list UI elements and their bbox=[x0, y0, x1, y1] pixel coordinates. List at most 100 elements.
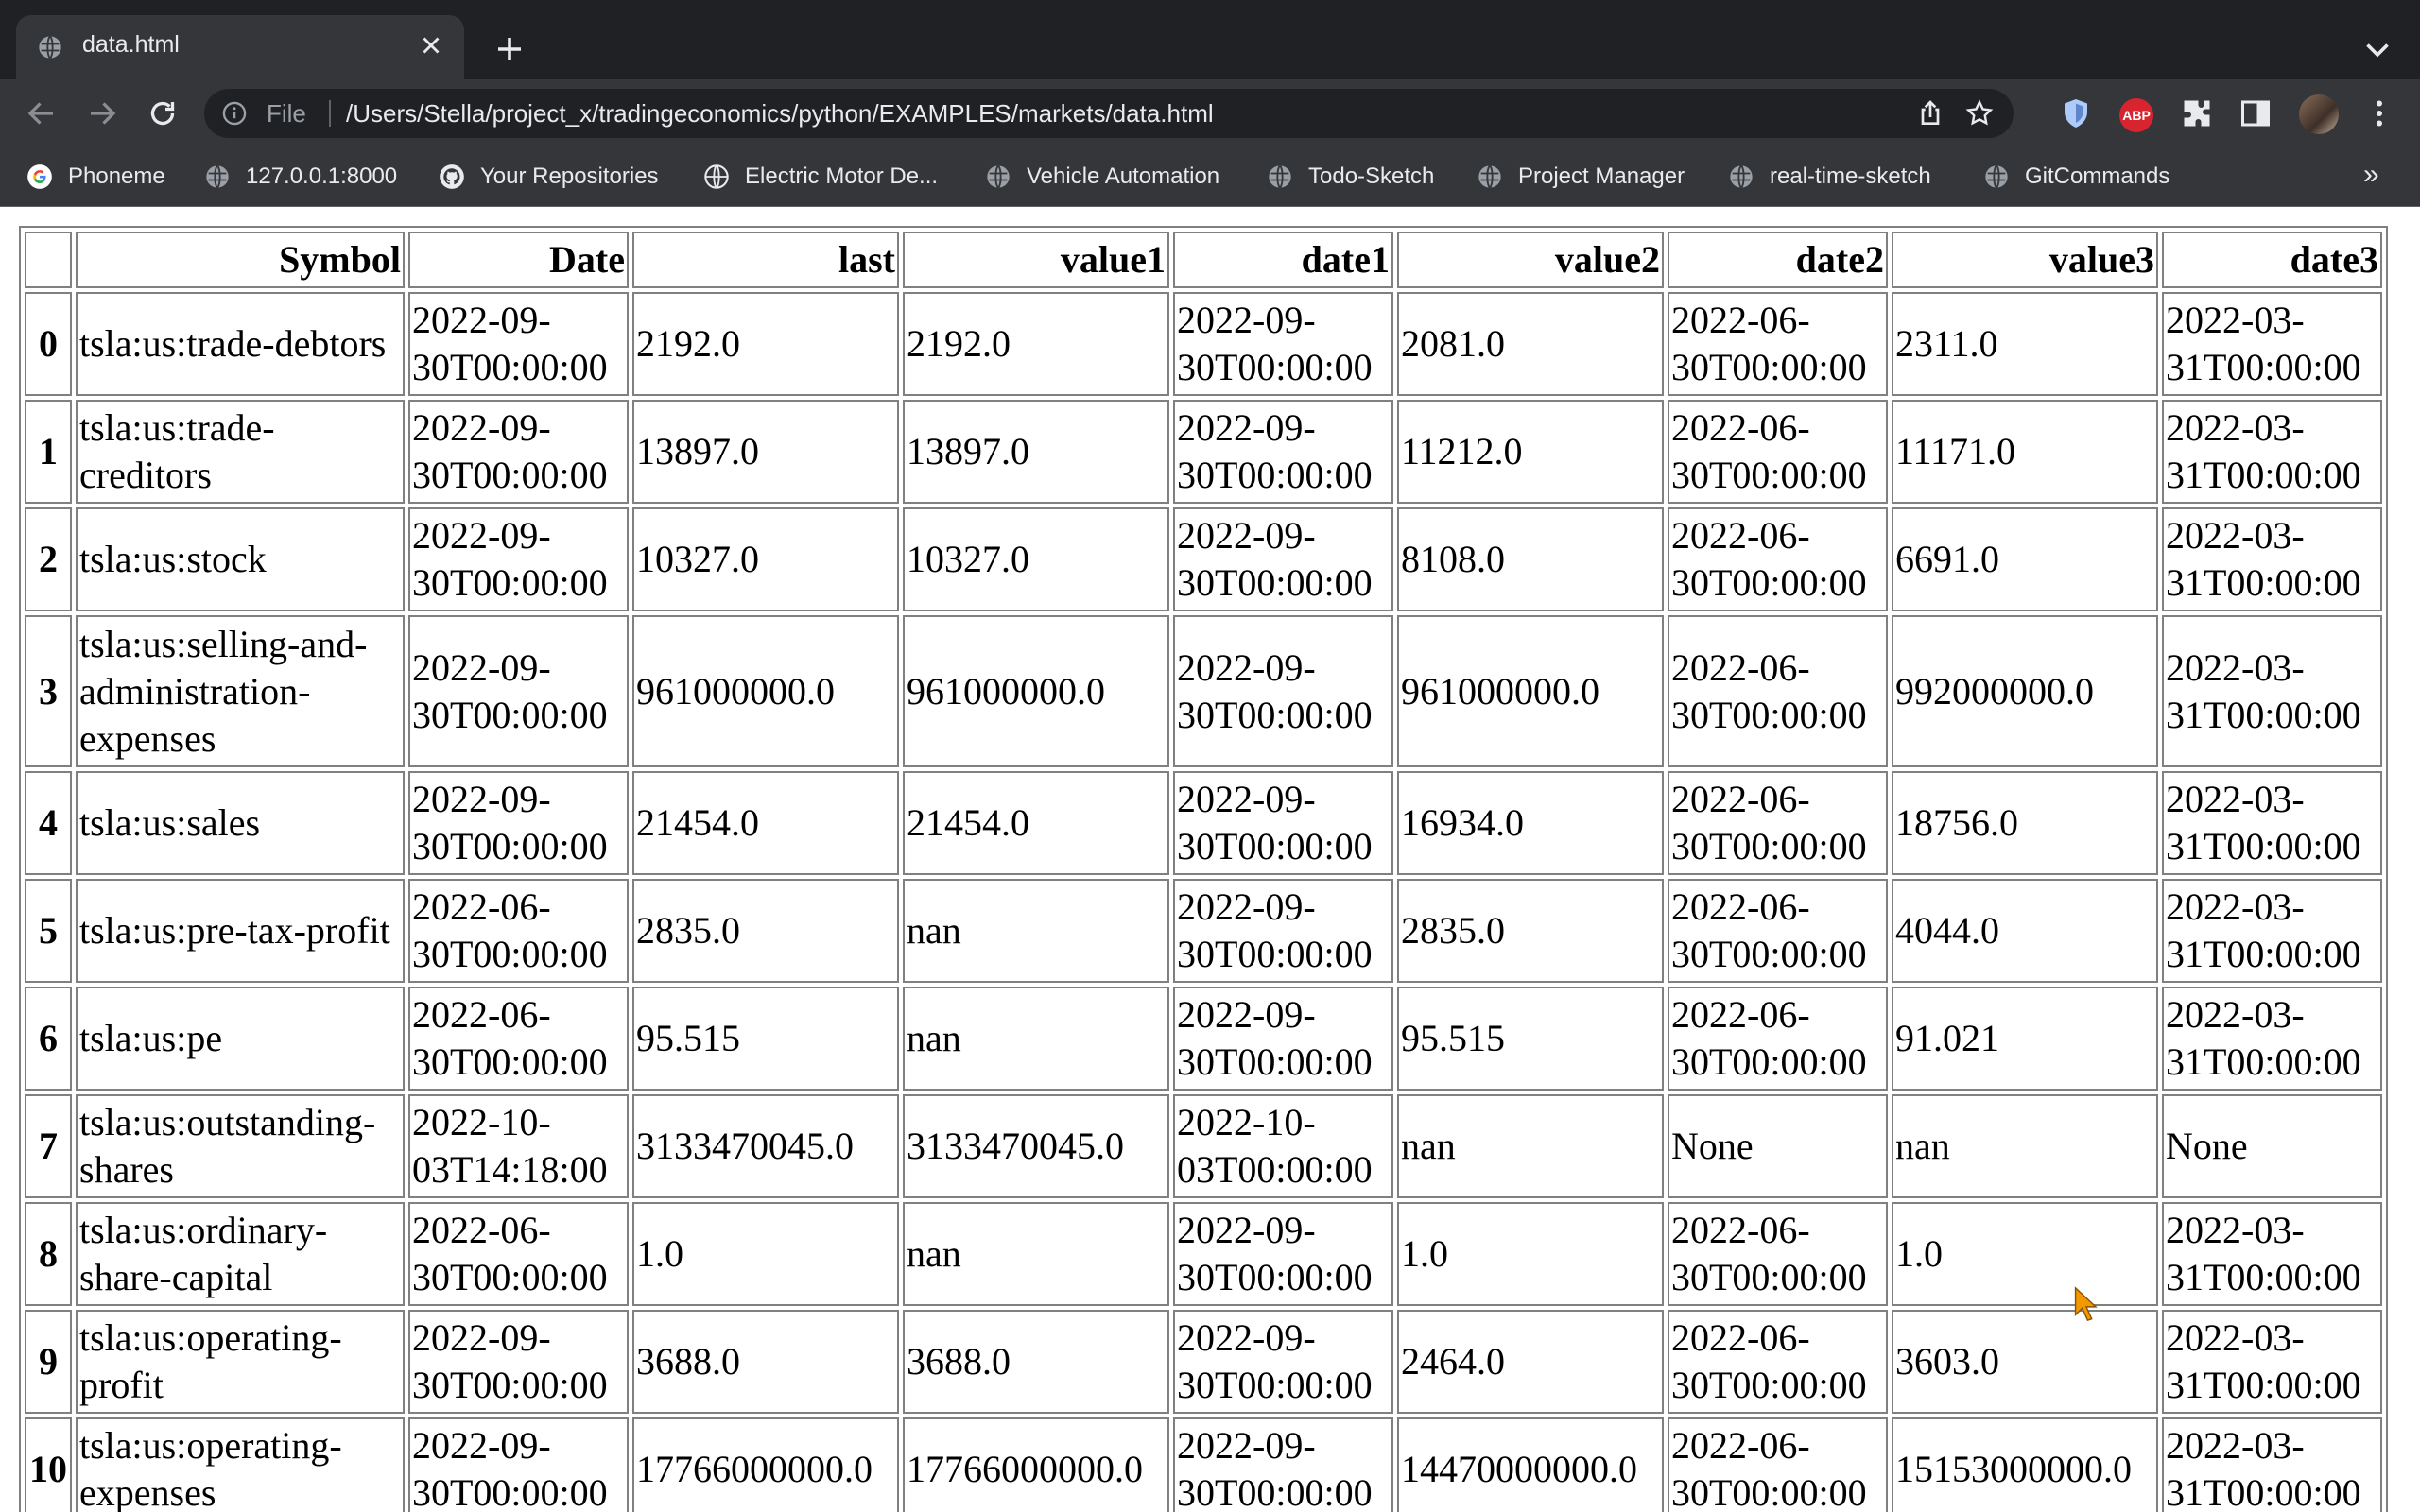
bookmark-real-time-sketch[interactable]: real-time-sketch bbox=[1728, 161, 1931, 193]
table-row: 4 tsla:us:sales 2022-09-30T00:00:00 21454.0… bbox=[25, 771, 2382, 875]
table-cell: 2022-09-30T00:00:00 bbox=[1173, 292, 1393, 396]
star-icon[interactable] bbox=[1964, 98, 1995, 129]
row-index: 2 bbox=[25, 507, 72, 611]
new-tab-icon[interactable] bbox=[493, 32, 527, 66]
table-cell: 13897.0 bbox=[632, 400, 899, 504]
table-cell: 1.0 bbox=[1892, 1202, 2158, 1306]
table-cell: 3688.0 bbox=[632, 1310, 899, 1414]
bookmark-project-manager[interactable]: Project Manager bbox=[1477, 161, 1685, 193]
table-cell: nan bbox=[1397, 1094, 1664, 1198]
table-cell: tsla:us:trade-creditors bbox=[76, 400, 405, 504]
table-cell: 2022-09-30T00:00:00 bbox=[1173, 1310, 1393, 1414]
address-bar[interactable]: File /Users/Stella/project_x/tradingecon… bbox=[204, 89, 2014, 138]
table-cell: 961000000.0 bbox=[903, 615, 1169, 767]
side-panel-icon[interactable] bbox=[2238, 96, 2273, 130]
adblock-plus-icon[interactable]: ABP bbox=[2119, 98, 2153, 132]
index-column-header bbox=[25, 232, 72, 288]
close-icon[interactable] bbox=[417, 31, 445, 60]
bookmark-your-repositories[interactable]: Your Repositories bbox=[439, 161, 659, 193]
column-header: value3 bbox=[1892, 232, 2158, 288]
back-arrow-icon[interactable] bbox=[25, 96, 59, 130]
table-cell: 2022-06-30T00:00:00 bbox=[1668, 507, 1888, 611]
table-cell: 11171.0 bbox=[1892, 400, 2158, 504]
column-header: date1 bbox=[1173, 232, 1393, 288]
info-icon[interactable] bbox=[221, 100, 248, 127]
table-cell: 2022-09-30T00:00:00 bbox=[408, 771, 629, 875]
table-cell: tsla:us:operating-profit bbox=[76, 1310, 405, 1414]
bookmark-localhost[interactable]: 127.0.0.1:8000 bbox=[204, 161, 397, 193]
table-cell: 3133470045.0 bbox=[903, 1094, 1169, 1198]
table-row: 0 tsla:us:trade-debtors 2022-09-30T00:00:0… bbox=[25, 292, 2382, 396]
table-cell: 95.515 bbox=[1397, 987, 1664, 1091]
more-vertical-icon[interactable] bbox=[2362, 96, 2396, 130]
table-cell: 3688.0 bbox=[903, 1310, 1169, 1414]
shield-extension-icon[interactable] bbox=[2059, 96, 2093, 130]
table-cell: 2022-09-30T00:00:00 bbox=[408, 1418, 629, 1512]
table-cell: 1.0 bbox=[1397, 1202, 1664, 1306]
reload-icon[interactable] bbox=[146, 96, 180, 130]
table-row: 10 tsla:us:operating-expenses 2022-09-30T0… bbox=[25, 1418, 2382, 1512]
table-row: 7 tsla:us:outstanding-shares 2022-10-03T14… bbox=[25, 1094, 2382, 1198]
puzzle-icon[interactable] bbox=[2180, 96, 2214, 130]
share-icon[interactable] bbox=[1915, 98, 1945, 129]
table-cell: 2022-06-30T00:00:00 bbox=[1668, 1202, 1888, 1306]
globe-icon bbox=[704, 164, 729, 189]
forward-arrow-icon[interactable] bbox=[85, 96, 119, 130]
table-cell: None bbox=[2162, 1094, 2382, 1198]
table-cell: 2022-09-30T00:00:00 bbox=[408, 615, 629, 767]
table-cell: None bbox=[1668, 1094, 1888, 1198]
column-header: Date bbox=[408, 232, 629, 288]
table-cell: 2022-10-03T14:18:00 bbox=[408, 1094, 629, 1198]
row-index: 10 bbox=[25, 1418, 72, 1512]
tab-data-html[interactable]: data.html bbox=[16, 15, 464, 79]
bookmark-vehicle-automation[interactable]: Vehicle Automation bbox=[985, 161, 1219, 193]
data-table: Symbol Date last value1 date1 value2 date2 valu… bbox=[19, 226, 2388, 1512]
table-cell: 2022-06-30T00:00:00 bbox=[1668, 400, 1888, 504]
table-cell: 2022-09-30T00:00:00 bbox=[1173, 400, 1393, 504]
bookmarks-bar: Phoneme 127.0.0.1:8000 Your Repositories… bbox=[0, 147, 2420, 207]
table-cell: 18756.0 bbox=[1892, 771, 2158, 875]
bookmark-gitcommands[interactable]: GitCommands bbox=[1983, 161, 2169, 193]
table-cell: 2022-09-30T00:00:00 bbox=[408, 1310, 629, 1414]
table-cell: 2022-03-31T00:00:00 bbox=[2162, 507, 2382, 611]
table-cell: 2022-06-30T00:00:00 bbox=[1668, 1310, 1888, 1414]
column-header: date3 bbox=[2162, 232, 2382, 288]
column-header: Symbol bbox=[76, 232, 405, 288]
bookmark-electric-motor[interactable]: Electric Motor De... bbox=[703, 161, 938, 193]
table-cell: 961000000.0 bbox=[632, 615, 899, 767]
table-cell: 95.515 bbox=[632, 987, 899, 1091]
table-cell: nan bbox=[903, 879, 1169, 983]
table-row: 6 tsla:us:pe 2022-06-30T00:00:00 95.515 nan 2… bbox=[25, 987, 2382, 1091]
address-divider bbox=[329, 100, 331, 127]
table-cell: 2022-09-30T00:00:00 bbox=[1173, 507, 1393, 611]
table-cell: nan bbox=[903, 987, 1169, 1091]
row-index: 6 bbox=[25, 987, 72, 1091]
bookmark-label: Project Manager bbox=[1518, 163, 1685, 189]
table-cell: 2022-06-30T00:00:00 bbox=[408, 879, 629, 983]
bookmark-todo-sketch[interactable]: Todo-Sketch bbox=[1267, 161, 1434, 193]
table-cell: 2022-09-30T00:00:00 bbox=[1173, 987, 1393, 1091]
table-cell: tsla:us:ordinary-share-capital bbox=[76, 1202, 405, 1306]
table-row: 5 tsla:us:pre-tax-profit 2022-06-30T00:00:… bbox=[25, 879, 2382, 983]
table-cell: 2022-09-30T00:00:00 bbox=[1173, 879, 1393, 983]
table-cell: tsla:us:sales bbox=[76, 771, 405, 875]
chevron-down-icon[interactable] bbox=[2360, 32, 2394, 66]
table-cell: 2022-09-30T00:00:00 bbox=[408, 292, 629, 396]
table-cell: 2022-06-30T00:00:00 bbox=[1668, 292, 1888, 396]
table-cell: nan bbox=[903, 1202, 1169, 1306]
table-cell: 2022-09-30T00:00:00 bbox=[1173, 1202, 1393, 1306]
table-cell: 2192.0 bbox=[903, 292, 1169, 396]
column-header: value1 bbox=[903, 232, 1169, 288]
table-cell: 3133470045.0 bbox=[632, 1094, 899, 1198]
table-header-row: Symbol Date last value1 date1 value2 date2 valu… bbox=[25, 232, 2382, 288]
avatar[interactable] bbox=[2299, 94, 2339, 134]
bookmark-label: GitCommands bbox=[2025, 163, 2170, 189]
bookmark-phoneme[interactable]: Phoneme bbox=[26, 161, 165, 193]
table-cell: nan bbox=[1892, 1094, 2158, 1198]
url-text[interactable]: /Users/Stella/project_x/tradingeconomics… bbox=[346, 99, 1214, 129]
browser-toolbar: File /Users/Stella/project_x/tradingecon… bbox=[0, 79, 2420, 147]
table-cell: tsla:us:pe bbox=[76, 987, 405, 1091]
bookmarks-overflow-chevron[interactable]: » bbox=[2363, 159, 2379, 191]
bookmark-label: 127.0.0.1:8000 bbox=[246, 163, 398, 189]
table-cell: 2022-06-30T00:00:00 bbox=[408, 1202, 629, 1306]
